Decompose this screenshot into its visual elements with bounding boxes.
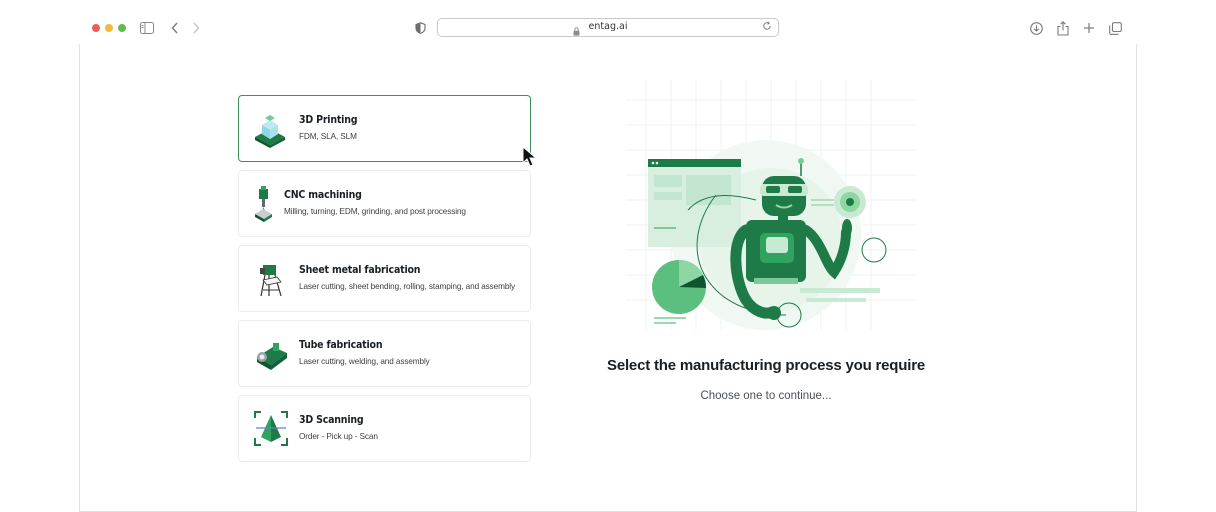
option-title: Tube fabrication: [299, 339, 383, 351]
download-icon[interactable]: [1030, 18, 1043, 38]
option-card-sheet-metal-fabrication[interactable]: Sheet metal fabrication Laser cutting, s…: [238, 245, 531, 312]
sheet-metal-icon: [260, 265, 282, 297]
back-icon[interactable]: [171, 18, 179, 38]
option-subtitle: Milling, turning, EDM, grinding, and pos…: [284, 207, 466, 216]
option-subtitle: Order - Pick up - Scan: [299, 432, 378, 441]
zoom-window-button[interactable]: [118, 24, 126, 32]
3d-printing-icon: [255, 115, 285, 148]
tube-fabrication-icon: [257, 343, 287, 370]
tabs-overview-icon[interactable]: [1109, 18, 1122, 38]
share-icon[interactable]: [1057, 18, 1069, 38]
option-title: 3D Printing: [299, 114, 358, 126]
robot-illustration: [626, 80, 916, 330]
page-headline: Select the manufacturing process you req…: [607, 357, 925, 374]
option-subtitle: Laser cutting, sheet bending, rolling, s…: [299, 282, 516, 291]
option-title: Sheet metal fabrication: [299, 264, 421, 276]
option-card-tube-fabrication[interactable]: Tube fabrication Laser cutting, welding,…: [238, 320, 531, 387]
option-title: CNC machining: [284, 189, 362, 201]
minimize-window-button[interactable]: [105, 24, 113, 32]
privacy-shield-icon[interactable]: [415, 18, 426, 38]
new-tab-icon[interactable]: [1083, 18, 1095, 38]
page-subline: Choose one to continue...: [700, 390, 832, 402]
option-card-3d-scanning[interactable]: 3D Scanning Order - Pick up - Scan: [238, 395, 531, 462]
url-text: entag.ai: [588, 21, 628, 32]
cnc-machining-icon: [255, 186, 272, 222]
sidebar-icon[interactable]: [140, 18, 154, 38]
option-card-3d-printing[interactable]: 3D Printing FDM, SLA, SLM: [238, 95, 531, 162]
address-bar[interactable]: entag.ai: [437, 18, 779, 37]
3d-scanning-icon: [254, 411, 288, 446]
reload-icon[interactable]: [762, 21, 772, 34]
option-subtitle: Laser cutting, welding, and assembly: [299, 357, 430, 366]
option-title: 3D Scanning: [299, 414, 364, 426]
forward-icon[interactable]: [192, 18, 200, 38]
mouse-cursor-icon: [522, 146, 538, 167]
option-card-cnc-machining[interactable]: CNC machining Milling, turning, EDM, gri…: [238, 170, 531, 237]
option-subtitle: FDM, SLA, SLM: [299, 132, 357, 141]
close-window-button[interactable]: [92, 24, 100, 32]
